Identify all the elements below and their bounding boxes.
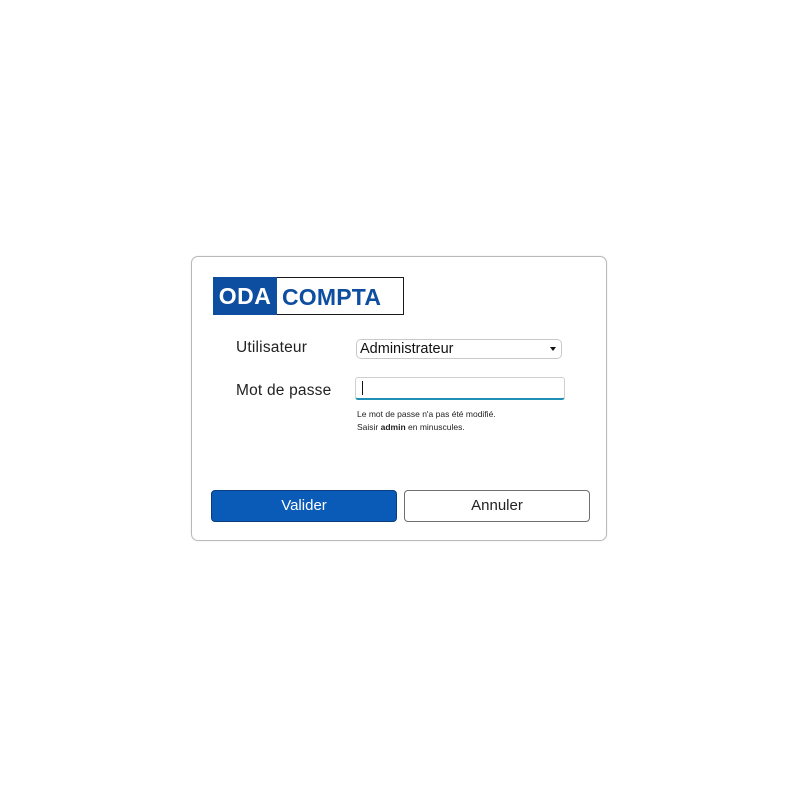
dropdown-arrow-icon — [550, 347, 556, 351]
user-select-value: Administrateur — [360, 341, 454, 357]
password-label: Mot de passe — [236, 382, 332, 399]
hint-line-2-suffix: en minuscules. — [405, 422, 465, 432]
login-dialog: ODA COMPTA Utilisateur Administrateur Mo… — [191, 256, 607, 541]
hint-line-2: Saisir admin en minuscules. — [357, 421, 496, 434]
logo-oda-block: ODA — [213, 277, 277, 315]
hint-admin-keyword: admin — [380, 422, 406, 432]
user-select[interactable]: Administrateur — [356, 339, 562, 359]
oda-compta-logo: ODA COMPTA — [213, 277, 404, 315]
hint-line-1: Le mot de passe n'a pas été modifié. — [357, 409, 496, 419]
cancel-button[interactable]: Annuler — [404, 490, 590, 522]
validate-button[interactable]: Valider — [211, 490, 397, 522]
logo-compta-block: COMPTA — [277, 277, 404, 315]
user-label: Utilisateur — [236, 339, 308, 356]
password-hint: Le mot de passe n'a pas été modifié. Sai… — [357, 408, 496, 434]
password-input[interactable] — [355, 377, 565, 400]
text-caret — [362, 381, 363, 395]
hint-line-2-prefix: Saisir — [357, 422, 381, 432]
